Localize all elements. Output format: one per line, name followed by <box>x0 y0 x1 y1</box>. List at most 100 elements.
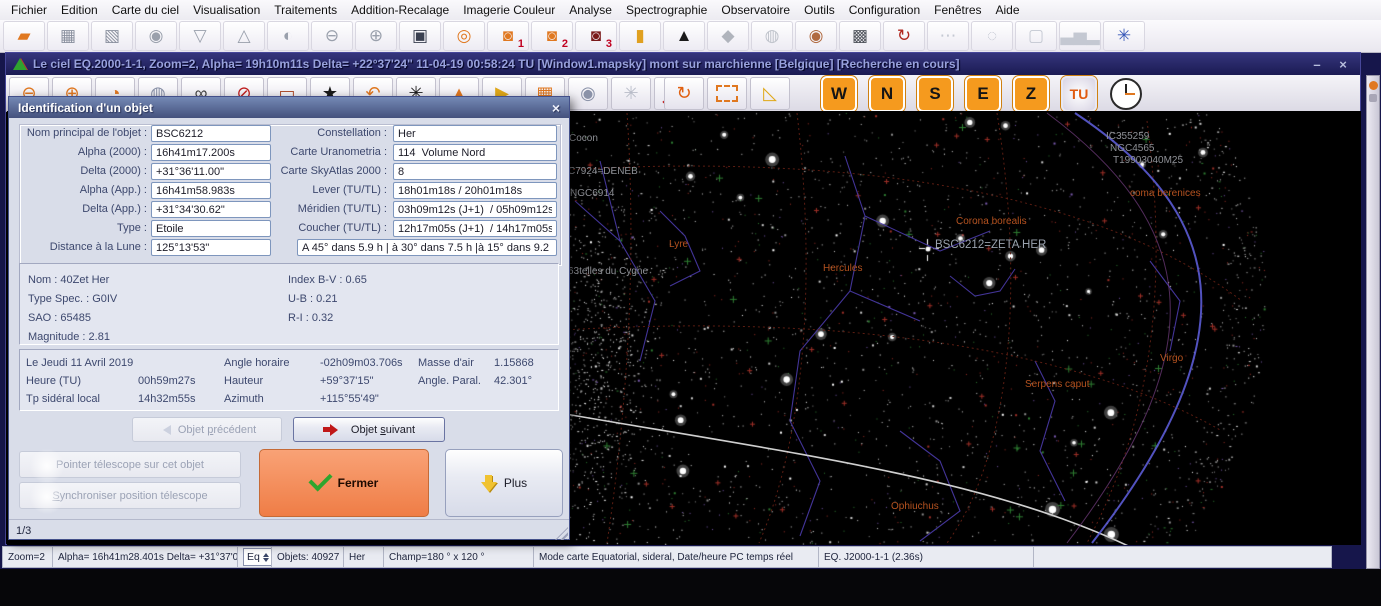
dialog-close-button[interactable]: × <box>552 100 560 116</box>
menu-fenetres[interactable]: Fenêtres <box>927 1 988 19</box>
point-telescope-button[interactable]: Pointer télescope sur cet objet <box>19 451 241 478</box>
zoom-in-button[interactable]: ⊕ <box>355 21 397 51</box>
spinner-icon[interactable] <box>263 550 269 565</box>
menu-edition[interactable]: Edition <box>54 1 105 19</box>
plus-button[interactable]: Plus <box>445 449 563 517</box>
field-input-alpha-app[interactable] <box>151 182 271 199</box>
clock-button[interactable] <box>1109 77 1143 111</box>
close-dialog-button[interactable]: Fermer <box>259 449 429 517</box>
object-visibility-button[interactable]: ◉ <box>568 77 608 110</box>
menu-traitements[interactable]: Traitements <box>267 1 344 19</box>
menu-visualisation[interactable]: Visualisation <box>186 1 267 19</box>
camera-2-button[interactable]: ◙2 <box>531 21 573 51</box>
field-input-nom-principal-de-l-objet[interactable] <box>151 125 271 142</box>
menu-observatoire[interactable]: Observatoire <box>714 1 797 19</box>
map-label-ngc4565: NGC4565 <box>1110 143 1154 154</box>
dome-button[interactable]: ◍ <box>751 21 793 51</box>
dock-orange-icon[interactable] <box>1369 81 1378 90</box>
menu-analyse[interactable]: Analyse <box>562 1 619 19</box>
camera-number-badge: 2 <box>562 38 568 50</box>
menu-carte-du-ciel[interactable]: Carte du ciel <box>105 1 186 19</box>
next-object-button[interactable]: Objet suivant <box>293 417 445 442</box>
field-input-alpha-2000[interactable] <box>151 144 271 161</box>
mount-button[interactable]: ▮ <box>619 21 661 51</box>
protractor-button[interactable]: ◺ <box>750 77 790 110</box>
tu-time-button[interactable]: TU <box>1061 76 1097 112</box>
window-title-bar[interactable]: Le ciel EQ.2000-1-1, Zoom=2, Alpha= 19h1… <box>6 53 1360 75</box>
script-button[interactable]: ⋯ <box>927 21 969 51</box>
compass-n-button[interactable]: N <box>869 76 905 112</box>
compass-e-button[interactable]: E <box>965 76 1001 112</box>
mosaic-button[interactable]: ▢ <box>1015 21 1057 51</box>
histogram-button[interactable]: ▃▅▂ <box>1059 21 1101 51</box>
comet-button[interactable]: ◆ <box>707 21 749 51</box>
wrench-button[interactable]: ◉ <box>795 21 837 51</box>
compass-w-button[interactable]: W <box>821 76 857 112</box>
compass-z-button[interactable]: Z <box>1013 76 1049 112</box>
save-button[interactable]: ▦ <box>47 21 89 51</box>
dock-gray-icon[interactable] <box>1369 94 1377 102</box>
status-zoom-text: Zoom=2 <box>8 552 45 563</box>
derotator-button[interactable]: ↻ <box>883 21 925 51</box>
camera-1-button[interactable]: ◙1 <box>487 21 529 51</box>
info-magnitude: Magnitude : 2.81 <box>28 331 110 343</box>
field-input-delta-app[interactable] <box>151 201 271 218</box>
image-list-button[interactable]: ▧ <box>91 21 133 51</box>
field-input-coucher-tu-tl[interactable] <box>393 220 557 237</box>
autoguider-button[interactable]: ▲ <box>663 21 705 51</box>
menu-configuration[interactable]: Configuration <box>842 1 927 19</box>
focus-gears-button[interactable]: ✳ <box>1103 21 1145 51</box>
clock-minute-hand <box>1125 93 1135 95</box>
field-input-visibility-times[interactable] <box>297 239 557 256</box>
select-region-button[interactable] <box>707 77 747 110</box>
field-input-constellation[interactable] <box>393 125 557 142</box>
field-input-delta-2000[interactable] <box>151 163 271 180</box>
rotate-field-button[interactable]: ↻ <box>664 77 704 110</box>
menu-aide[interactable]: Aide <box>989 1 1027 19</box>
contrast-button[interactable]: ◐ <box>267 21 309 51</box>
map-label-bsc6212-zeta-her: BSC6212=ZETA HER <box>935 239 1046 251</box>
field-input-carte-skyatlas-2000[interactable] <box>393 163 557 180</box>
eph-angle-paral: Angle. Paral. <box>418 375 481 387</box>
close-dialog-label: Fermer <box>338 476 379 490</box>
menu-imagerie-couleur[interactable]: Imagerie Couleur <box>456 1 562 19</box>
dialog-title-bar[interactable]: Identification d'un objet × <box>9 97 569 118</box>
sync-telescope-button[interactable]: Synchroniser position télescope <box>19 482 241 509</box>
flip-horizontal-button[interactable]: △ <box>223 21 265 51</box>
menu-fichier[interactable]: Fichier <box>4 1 54 19</box>
previous-object-button[interactable]: Objet précédent <box>132 417 282 442</box>
script-icon: ⋯ <box>940 26 957 46</box>
full-screen-button[interactable]: ▣ <box>399 21 441 51</box>
left-arrow-icon <box>158 425 171 435</box>
menu-outils[interactable]: Outils <box>797 1 842 19</box>
field-input-type[interactable] <box>151 220 271 237</box>
resize-grip[interactable] <box>555 527 568 540</box>
field-label-delta-app: Delta (App.) : <box>82 203 147 215</box>
zoom-out-button[interactable]: ⊖ <box>311 21 353 51</box>
info-button[interactable]: ◉ <box>135 21 177 51</box>
main-toolbar: ▰▦▧◉▽△◐⊖⊕▣◎◙1◙2◙3▮▲◆◍◉▩↻⋯◌▢▃▅▂✳ <box>0 20 1381 53</box>
open-image-button[interactable]: ▰ <box>3 21 45 51</box>
flip-vertical-button[interactable]: ▽ <box>179 21 221 51</box>
zoom-out-icon: ⊖ <box>325 26 339 46</box>
field-input-meridien-tu-tl[interactable] <box>393 201 557 218</box>
field-input-distance-a-la-lune[interactable] <box>151 239 271 256</box>
dark-frame-button[interactable]: ▩ <box>839 21 881 51</box>
menu-spectrographie[interactable]: Spectrographie <box>619 1 714 19</box>
status-coordinates: Alpha= 16h41m28.401s Delta= +31°37'04.86… <box>53 547 238 567</box>
field-input-carte-uranometria[interactable] <box>393 144 557 161</box>
field-label-type: Type : <box>117 222 147 234</box>
status-object-count-text: Objets: 40927 <box>277 552 339 563</box>
eph-hauteur: Hauteur <box>224 375 263 387</box>
eph-le-jeudi-11-avril-2019: Le Jeudi 11 Avril 2019 <box>26 357 133 369</box>
close-window-button[interactable]: × <box>1333 57 1353 72</box>
compass-s-button[interactable]: S <box>917 76 953 112</box>
filter-wheel-button[interactable]: ◎ <box>443 21 485 51</box>
camera-3-button[interactable]: ◙3 <box>575 21 617 51</box>
compress-field-button[interactable]: ✳ <box>611 77 651 110</box>
menu-addition-recalage[interactable]: Addition-Recalage <box>344 1 456 19</box>
field-input-lever-tu-tl[interactable] <box>393 182 557 199</box>
minimize-button[interactable]: – <box>1307 57 1327 72</box>
blink-button[interactable]: ◌ <box>971 21 1013 51</box>
coord-mode-selector[interactable]: Eq <box>243 548 272 566</box>
